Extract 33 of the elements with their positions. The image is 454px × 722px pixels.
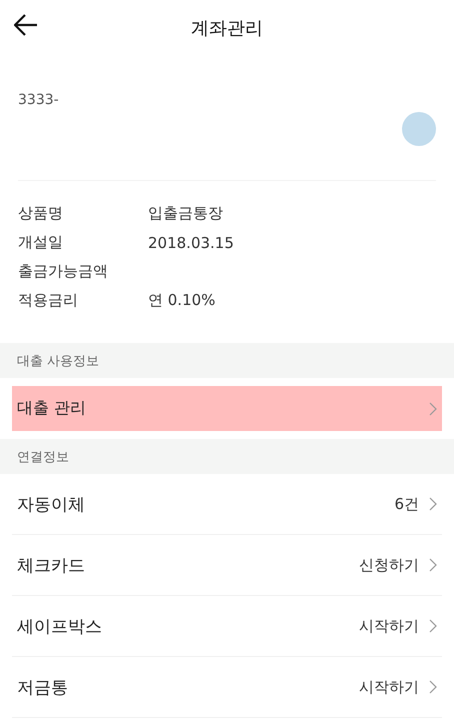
menu-label: 세이프박스 [17, 616, 102, 638]
chevron-right-icon [429, 497, 437, 511]
menu-value: 신청하기 [359, 556, 419, 574]
chevron-right-icon [429, 558, 437, 572]
menu-label: 저금통 [17, 676, 68, 698]
menu-label: 자동이체 [17, 494, 85, 516]
chevron-right-icon [429, 402, 437, 416]
detail-label: 상품명 [18, 204, 64, 223]
detail-label: 적용금리 [18, 291, 79, 310]
menu-value: 시작하기 [359, 616, 419, 636]
menu-row[interactable]: 자동이체 6건 [12, 474, 442, 535]
menu-value: 시작하기 [359, 678, 419, 696]
account-number: 3333- [18, 92, 60, 108]
back-arrow-icon [14, 14, 38, 36]
menu-row[interactable]: 체크카드 신청하기 [12, 535, 442, 596]
page-title: 계좌관리 [191, 17, 263, 40]
section-title: 연결정보 [17, 448, 69, 466]
chevron-right-icon [429, 619, 437, 633]
menu-row[interactable]: 대출 관리 [12, 386, 442, 431]
circle-icon [402, 112, 436, 146]
menu-row[interactable]: 저금통 시작하기 [12, 657, 442, 718]
menu-value: 6건 [394, 494, 419, 514]
detail-label: 개설일 [18, 233, 64, 252]
section-title: 대출 사용정보 [17, 352, 100, 370]
detail-label: 출금가능금액 [18, 262, 109, 281]
menu-label: 대출 관리 [17, 398, 86, 419]
back-button[interactable] [12, 12, 40, 38]
detail-value: 2018.03.15 [148, 234, 234, 252]
menu-row[interactable]: 세이프박스 시작하기 [12, 596, 442, 657]
menu-label: 체크카드 [17, 554, 85, 576]
detail-value: 입출금통장 [148, 204, 223, 223]
chevron-right-icon [429, 680, 437, 694]
detail-value: 연 0.10% [148, 291, 216, 310]
